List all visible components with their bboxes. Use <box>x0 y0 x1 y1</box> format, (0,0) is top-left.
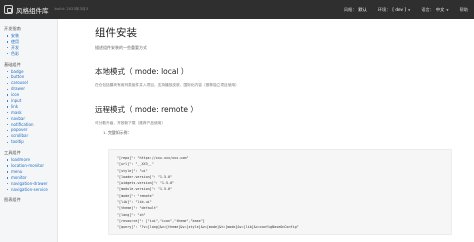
sidebar-group-guide: 安装 使用 开发 色彩 <box>0 32 57 57</box>
page-description: 描述组件安装的一些重要方式 <box>95 45 147 50</box>
build-info: build: 2023年3月3 <box>54 7 89 11</box>
sidebar-group-tools: loadmore location-monitor menu monitor n… <box>0 156 57 192</box>
logo-icon <box>4 5 13 14</box>
lang-value: 中文 <box>435 6 445 12</box>
local-mode-heading: 本地模式（ mode: local ） <box>95 67 189 76</box>
remote-mode-text: 可分散升级，开按新下载（推荐产品使用） <box>95 121 166 125</box>
sidebar-item-navigation-service[interactable]: navigation-service <box>0 187 57 193</box>
env-selector[interactable]: 环境： [ dev ] ▼ <box>378 7 411 13</box>
main-content: 组件安装 描述组件安装的一些重要方式 本地模式（ mode: local ） 在… <box>95 19 465 136</box>
style-label: 风格： <box>343 6 357 12</box>
lang-label: 语言： <box>421 6 434 12</box>
sidebar-group-basic: badge button carousel drawer icon input … <box>0 68 57 146</box>
sidebar-item-tooltip[interactable]: tooltip <box>0 139 57 145</box>
brand[interactable]: 风格组件库 build: 2023年3月3 <box>0 0 88 19</box>
chevron-down-icon: ▼ <box>408 7 411 12</box>
brand-title: 风格组件库 <box>16 6 49 15</box>
help-link[interactable]: 帮助 <box>460 7 468 13</box>
sidebar-group-title: 图表组件 <box>4 197 21 203</box>
code-block[interactable]: "[repo]": "https://xxx.xxx/xxx.com" "[ur… <box>108 149 452 235</box>
top-bar: 风格组件库 build: 2023年3月3 风格： 默认 环境： [ dev ]… <box>0 0 474 19</box>
sidebar: 开发指南 安装 使用 开发 色彩 基础组件 badge button carou… <box>0 19 58 242</box>
step-item: 1. 完整如示例： <box>103 130 132 135</box>
local-mode-text: 在仓包括模块有用列类组件并入项目，支持播放皮肤，国际化内容（推荐独立项目使用） <box>95 83 239 87</box>
remote-mode-heading: 远程模式（ mode: remote ） <box>95 105 198 114</box>
env-label: 环境： <box>377 6 391 12</box>
lang-selector[interactable]: 语言： 中文 ▼ <box>421 7 448 13</box>
style-value: 默认 <box>358 6 367 12</box>
sidebar-item-color[interactable]: 色彩 <box>0 51 57 57</box>
top-controls: 风格： 默认 环境： [ dev ] ▼ 语言： 中文 ▼ 帮助 <box>344 0 468 19</box>
env-value: [ dev ] <box>392 7 407 12</box>
chevron-down-icon: ▼ <box>446 7 449 12</box>
page-title: 组件安装 <box>95 27 137 39</box>
code-line: "[query]": "?v=[lang]&v=[theme]&v=[style… <box>117 225 299 230</box>
style-selector[interactable]: 风格： 默认 <box>344 7 367 13</box>
